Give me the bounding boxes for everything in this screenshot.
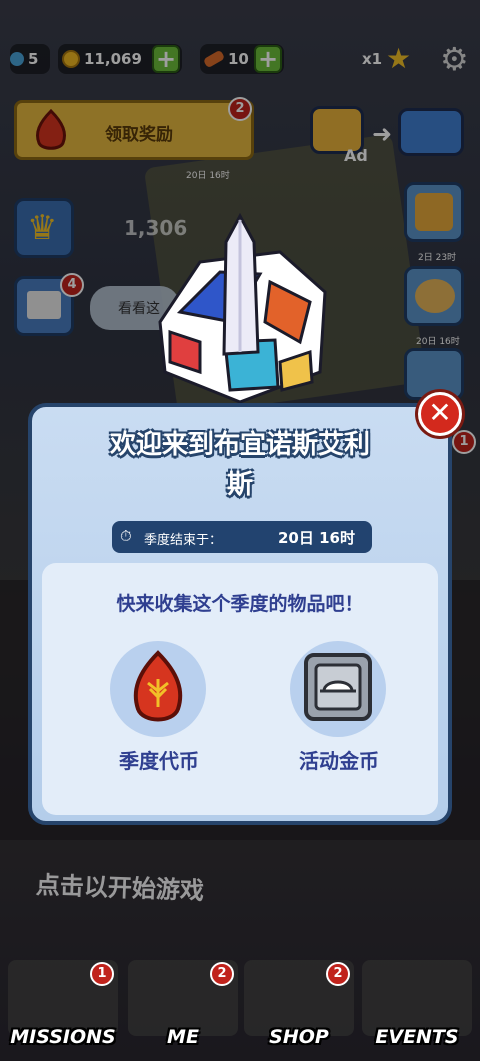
season-end-time: 20日 16时 xyxy=(278,529,355,547)
me-badge: 2 xyxy=(210,962,234,986)
season-welcome-dialog: 欢迎来到布宜诺斯艾利斯 ⏱ 季度结束于： 20日 16时 快来收集这个季度的物品… xyxy=(28,403,452,825)
collect-panel: 快来收集这个季度的物品吧！ 季度代币 活动金币 xyxy=(42,563,438,815)
nav-missions[interactable]: 1 MISSIONS xyxy=(8,960,118,1048)
season-token-icon xyxy=(133,650,183,722)
event-coin-label: 活动金币 xyxy=(299,749,379,773)
season-end-bar: ⏱ 季度结束于： 20日 16时 xyxy=(112,521,372,553)
events-icon xyxy=(362,960,472,1036)
season-token-item xyxy=(110,641,206,737)
nav-me-label: ME xyxy=(167,1026,199,1048)
collect-title: 快来收集这个季度的物品吧！ xyxy=(116,593,364,615)
nav-events-label: EVENTS xyxy=(375,1026,459,1048)
shop-badge: 2 xyxy=(326,962,350,986)
missions-badge: 1 xyxy=(90,962,114,986)
event-coin-item xyxy=(290,641,386,737)
nav-events[interactable]: EVENTS xyxy=(362,960,472,1048)
season-end-label: 季度结束于： xyxy=(144,533,223,548)
dialog-title: 欢迎来到布宜诺斯艾利斯 xyxy=(109,430,370,500)
nav-me[interactable]: 2 ME xyxy=(128,960,238,1048)
event-coin-icon xyxy=(304,653,372,721)
season-token-label: 季度代币 xyxy=(119,749,199,773)
tap-to-start-text: 点击以开始游戏 xyxy=(35,871,205,905)
nav-missions-label: MISSIONS xyxy=(10,1026,116,1048)
nav-shop-label: SHOP xyxy=(269,1026,329,1048)
stopwatch-icon: ⏱ xyxy=(120,527,132,545)
close-dialog-button[interactable]: ✕ xyxy=(418,392,462,436)
obelisk-landmark-illustration xyxy=(158,212,327,404)
nav-shop[interactable]: 2 SHOP xyxy=(244,960,354,1048)
